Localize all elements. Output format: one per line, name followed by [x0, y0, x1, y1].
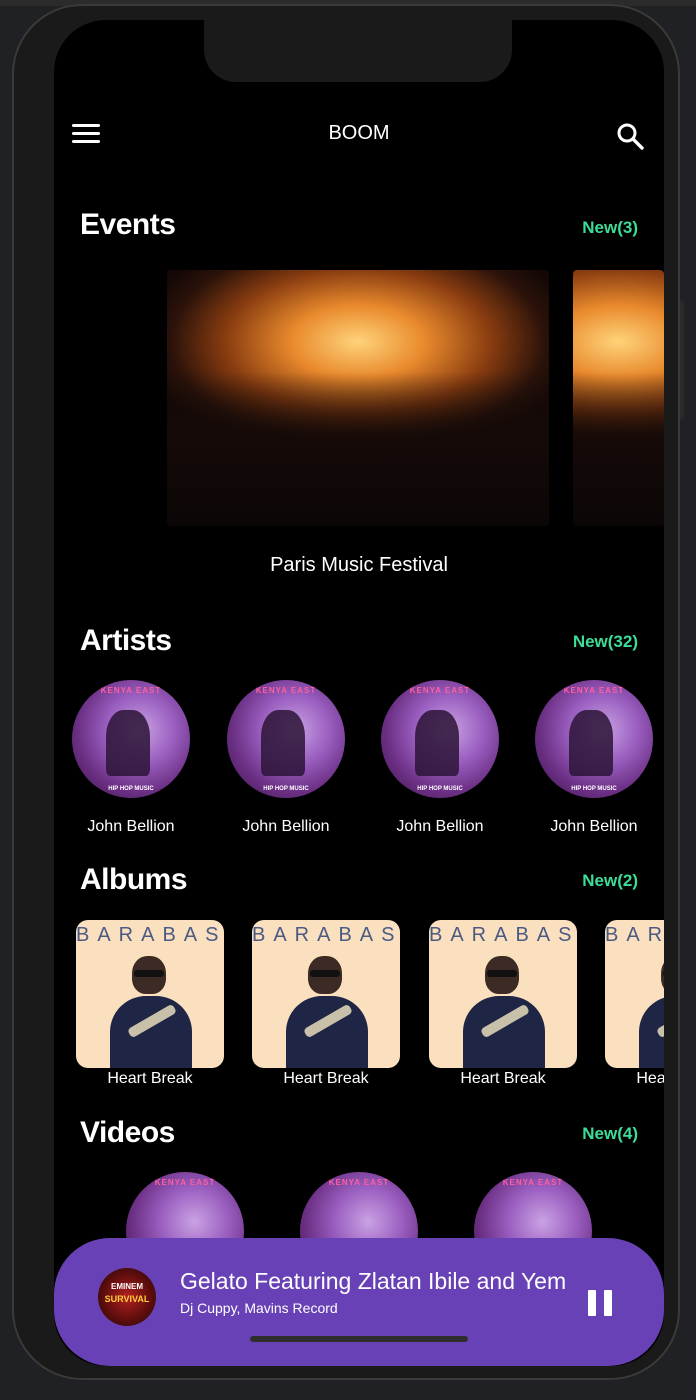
album-card[interactable]: BARABAS Heart Break	[429, 920, 577, 1088]
artist-name: John Bellion	[87, 818, 175, 835]
top-bar: BOOM	[54, 110, 664, 160]
artist-name: John Bellion	[396, 818, 484, 835]
artist-name: John Bellion	[550, 818, 638, 835]
album-card[interactable]: BARABAS Heart Break	[252, 920, 400, 1088]
phone-frame: BOOM Events New(3) Paris Music Festival …	[12, 4, 680, 1380]
album-cover: BARABAS	[76, 920, 224, 1068]
event-card[interactable]	[167, 270, 549, 526]
album-name: Heart Break	[107, 1070, 193, 1087]
now-playing-title: Gelato Featuring Zlatan Ibile and Yem	[180, 1268, 567, 1294]
album-cover: BARABAS	[252, 920, 400, 1068]
artist-card[interactable]: KENYA EAST HIP HOP MUSIC John Bellion	[380, 680, 500, 836]
artist-avatar: KENYA EAST HIP HOP MUSIC	[72, 680, 190, 798]
albums-title: Albums	[80, 863, 188, 896]
albums-new-link[interactable]: New(2)	[582, 871, 638, 891]
album-card[interactable]: BARABAS Heart Break	[76, 920, 224, 1088]
now-playing-artist: Dj Cuppy, Mavins Record	[180, 1300, 338, 1316]
event-caption: Paris Music Festival	[270, 554, 448, 576]
artist-card[interactable]: KENYA EAST HIP HOP MUSIC John Bellion	[226, 680, 346, 836]
artist-avatar: KENYA EAST HIP HOP MUSIC	[381, 680, 499, 798]
album-name: Heart Break	[636, 1070, 664, 1087]
artist-avatar: KENYA EAST HIP HOP MUSIC	[227, 680, 345, 798]
album-name: Heart Break	[283, 1070, 369, 1087]
event-image	[573, 270, 664, 526]
phone-notch	[204, 20, 512, 82]
artist-card[interactable]: KENYA EAST HIP HOP MUSIC John Bellion	[71, 680, 191, 836]
artists-title: Artists	[80, 624, 172, 657]
event-card[interactable]	[573, 270, 664, 526]
artist-name: John Bellion	[242, 818, 330, 835]
event-image	[167, 270, 549, 526]
events-title: Events	[80, 208, 176, 241]
events-new-link[interactable]: New(3)	[582, 218, 638, 238]
home-indicator	[250, 1336, 468, 1342]
album-name: Heart Break	[460, 1070, 546, 1087]
album-cover: BARABAS	[605, 920, 664, 1068]
app-screen: BOOM Events New(3) Paris Music Festival …	[54, 20, 664, 1366]
artists-new-link[interactable]: New(32)	[573, 632, 638, 652]
videos-title: Videos	[80, 1116, 175, 1149]
pause-icon[interactable]	[588, 1290, 612, 1316]
album-cover: BARABAS	[429, 920, 577, 1068]
search-icon[interactable]	[616, 122, 644, 150]
album-card[interactable]: BARABAS Heart Break	[605, 920, 664, 1088]
now-playing-artwork: EMINEM SURVIVAL	[98, 1268, 156, 1326]
artist-card[interactable]: KENYA EAST HIP HOP MUSIC John Bellion	[534, 680, 654, 836]
now-playing-bar[interactable]: EMINEM SURVIVAL Gelato Featuring Zlatan …	[54, 1238, 664, 1366]
artist-avatar: KENYA EAST HIP HOP MUSIC	[535, 680, 653, 798]
app-title: BOOM	[328, 122, 390, 144]
videos-new-link[interactable]: New(4)	[582, 1124, 638, 1144]
